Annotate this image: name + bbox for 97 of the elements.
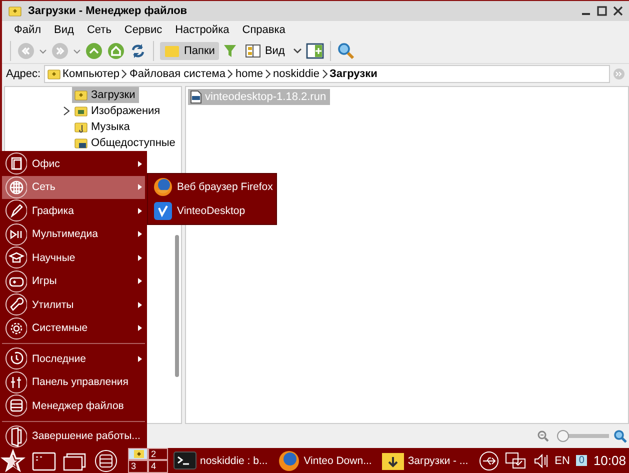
submenu-arrow-icon [138, 278, 142, 284]
split-view-icon[interactable] [306, 42, 324, 58]
menu-item[interactable]: Сервис [118, 24, 168, 36]
workspace-button[interactable]: 3 [128, 460, 148, 473]
chevron-icon [322, 68, 328, 80]
browser-icon [276, 450, 301, 472]
menu-item[interactable]: VinteoDesktop [150, 200, 274, 222]
pen-icon [5, 199, 27, 222]
zoom-out-icon[interactable] [537, 430, 549, 442]
breadcrumb[interactable]: Компьютер [62, 68, 120, 80]
window-title: Загрузки - Менеджер файлов [28, 5, 188, 17]
menu-item[interactable]: Файл [8, 24, 48, 36]
menu-item[interactable]: Графика [2, 199, 145, 222]
folder-tree-item[interactable]: Музыка [72, 119, 134, 135]
star-icon[interactable] [0, 448, 26, 472]
workspace-button[interactable]: 2 [148, 448, 168, 460]
submenu-arrow-icon [138, 254, 142, 261]
folder-icon [164, 44, 180, 58]
notification-badge[interactable]: 0 [576, 455, 588, 466]
submenu-arrow-icon [138, 231, 142, 238]
clock-icon [5, 347, 27, 370]
gamepad-icon [5, 270, 27, 293]
submenu-arrow-icon [138, 325, 142, 332]
folder-tree-item[interactable]: Изображения [72, 103, 164, 119]
workspace-button[interactable] [128, 448, 148, 460]
terminal-icon [173, 450, 197, 472]
menu-item[interactable]: Сеть [80, 24, 118, 36]
home-icon[interactable] [107, 42, 125, 60]
browser-icon [153, 177, 173, 197]
graduation-cap-icon [5, 246, 27, 270]
folder-icon [46, 67, 61, 81]
menu-item[interactable]: Справка [236, 24, 292, 36]
search-icon[interactable] [336, 42, 355, 60]
submenu-arrow-icon [138, 302, 142, 308]
shared-folder-icon [74, 136, 88, 150]
view-button[interactable]: Вид [240, 42, 289, 60]
up-icon[interactable] [85, 42, 103, 60]
folders-button[interactable]: Папки [160, 42, 219, 60]
menu-item[interactable]: Веб браузер Firefox [150, 176, 274, 198]
submenu-arrow-icon [138, 208, 142, 214]
menu-item[interactable]: Панель управления [2, 370, 145, 394]
zoom-in-icon[interactable] [613, 429, 627, 443]
workspace-button[interactable]: 4 [148, 460, 168, 473]
submenu-arrow-icon [138, 184, 142, 190]
taskbar-button[interactable]: noskiddie : b... [173, 450, 272, 472]
menu-item[interactable]: Офис [2, 152, 145, 176]
breadcrumb[interactable]: Загрузки [330, 68, 378, 80]
clock[interactable]: 10:08 [593, 453, 626, 468]
menu-item[interactable]: Мультимедиа [2, 222, 145, 246]
menu-item[interactable]: Научные [2, 246, 145, 270]
folder-tree-item[interactable]: Общедоступные [72, 135, 180, 151]
drawer-icon[interactable] [93, 448, 119, 472]
maximize-icon[interactable] [597, 6, 607, 16]
address-label: Адрес: [6, 68, 41, 80]
menu-item[interactable]: Вид [48, 24, 80, 36]
expander-icon[interactable] [63, 106, 70, 116]
refresh-icon[interactable] [129, 42, 147, 60]
folder-tree-item[interactable]: Загрузки [72, 87, 140, 103]
menu-item[interactable]: Последние [2, 347, 145, 370]
pictures-folder-icon [74, 104, 88, 118]
menu-item[interactable]: Игры [2, 270, 145, 293]
usb-icon[interactable] [478, 450, 499, 470]
breadcrumb[interactable]: Файловая система [129, 68, 226, 80]
volume-icon[interactable] [532, 452, 549, 470]
play-icon [5, 222, 27, 246]
wrench-icon [5, 293, 27, 316]
menu-item[interactable]: Системные [2, 316, 145, 340]
breadcrumb[interactable]: home [235, 68, 264, 80]
script-file-icon [190, 90, 202, 104]
menu-item[interactable]: Сеть [2, 176, 145, 199]
gear-icon [5, 316, 27, 340]
menu-item[interactable]: Утилиты [2, 293, 145, 316]
sliders-icon [5, 370, 27, 394]
columns-icon [244, 44, 261, 58]
menu-item[interactable]: Завершение работы... [2, 424, 145, 448]
close-icon[interactable] [613, 6, 623, 16]
keyboard-layout[interactable]: EN [554, 454, 570, 466]
submenu-arrow-icon [138, 160, 142, 167]
menu-item[interactable]: Менеджер файлов [2, 394, 145, 418]
chevron-icon [227, 68, 234, 80]
vinteo-app-icon [153, 201, 173, 221]
slider-thumb[interactable] [557, 430, 570, 442]
globe-icon [5, 176, 27, 199]
folder-icon [8, 4, 22, 18]
taskbar-button[interactable]: Vinteo Down... [276, 450, 376, 472]
folder-icon [134, 450, 144, 458]
chevron-icon [265, 68, 272, 80]
submenu-arrow-icon [138, 356, 142, 362]
breadcrumb[interactable]: noskiddie [273, 68, 320, 80]
drawer-icon [5, 394, 27, 418]
taskbar-button[interactable]: Загрузки - ... [380, 450, 472, 472]
music-folder-icon [74, 120, 88, 134]
door-icon [5, 424, 27, 448]
network-icon[interactable] [504, 450, 527, 470]
downloads-folder-icon [74, 88, 88, 102]
menu-item[interactable]: Настройка [169, 24, 236, 36]
chevron-icon [121, 68, 128, 80]
